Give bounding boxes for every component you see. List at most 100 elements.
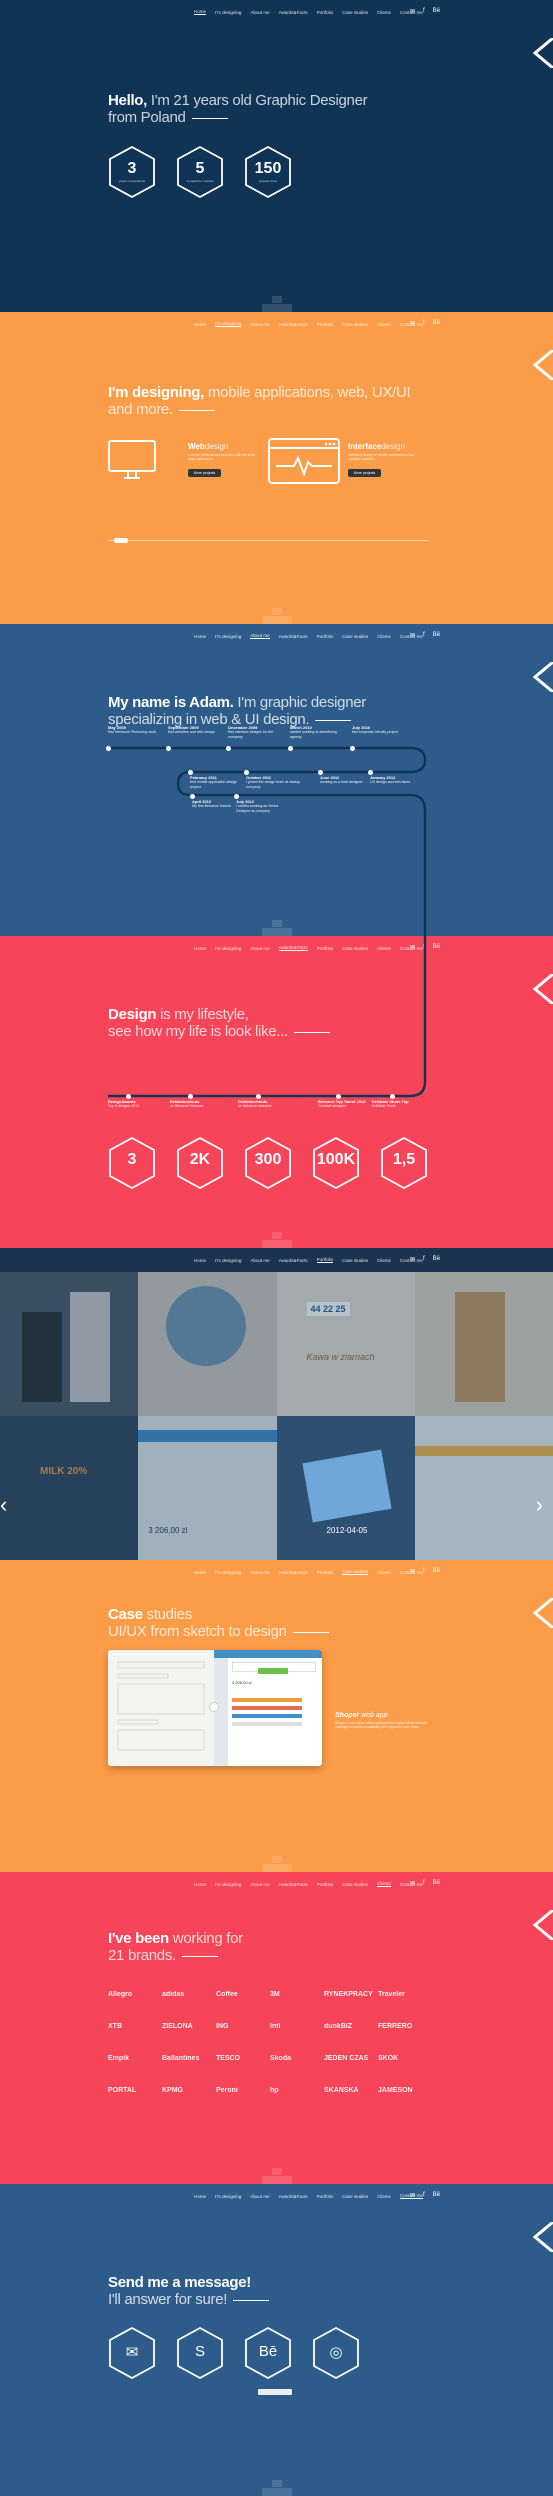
- envelope-icon[interactable]: ✉: [108, 2326, 156, 2380]
- dribbble-icon[interactable]: ◎: [312, 2326, 360, 2380]
- facebook-icon[interactable]: f: [423, 8, 425, 15]
- portfolio-tile[interactable]: 3 206,00 zl: [138, 1416, 277, 1560]
- nav-item[interactable]: I'm designing: [215, 10, 241, 15]
- scroll-tab[interactable]: [262, 920, 292, 936]
- nav-item[interactable]: About me: [250, 1258, 269, 1263]
- timeline-dot: [187, 769, 193, 775]
- nav-item[interactable]: Home: [194, 1258, 206, 1263]
- nav-item[interactable]: Case studies: [342, 1569, 369, 1575]
- nav-item[interactable]: Home: [194, 9, 207, 15]
- portfolio-tile[interactable]: [0, 1272, 139, 1416]
- nav-item[interactable]: Awards&Facts: [279, 1258, 308, 1263]
- client-logo: adidas: [162, 1990, 185, 1998]
- next-arrow-icon[interactable]: ›: [513, 1492, 543, 1532]
- award-dot: [188, 1093, 193, 1099]
- case-studies-section: Home I'm designing About me Awards&Facts Por…: [0, 1560, 553, 1872]
- facebook-icon[interactable]: f: [423, 1568, 425, 1575]
- nav-item[interactable]: About me: [250, 1882, 269, 1887]
- nav-item[interactable]: Awards&Facts: [279, 322, 308, 327]
- mail-icon[interactable]: ✉: [410, 1880, 415, 1887]
- behance-icon[interactable]: Bē: [433, 320, 440, 327]
- nav-item[interactable]: Clients: [377, 322, 391, 327]
- nav-item[interactable]: I'm designing: [215, 2194, 241, 2199]
- nav-item[interactable]: About me: [250, 10, 269, 15]
- nav-item[interactable]: Portfolio: [317, 322, 334, 327]
- skype-icon[interactable]: S: [176, 2326, 224, 2380]
- nav-item[interactable]: About me: [250, 2194, 269, 2199]
- facebook-icon[interactable]: f: [423, 2192, 425, 2199]
- portfolio-tile[interactable]: 44 22 25 Kawa w ziarnach: [276, 1272, 415, 1416]
- nav-item[interactable]: Clients: [377, 2194, 391, 2199]
- nav-item[interactable]: I'm designing: [215, 321, 242, 327]
- nav-item[interactable]: Awards&Facts: [279, 10, 308, 15]
- portfolio-tile[interactable]: [138, 1272, 277, 1416]
- progress-handle[interactable]: [114, 538, 129, 543]
- nav-item[interactable]: Clients: [377, 1570, 391, 1575]
- timeline-dot: [287, 745, 293, 751]
- nav-item[interactable]: Home: [194, 322, 206, 327]
- lifestyle-title: Design is my lifestyle, see how my life …: [108, 1006, 330, 1040]
- nav-item[interactable]: Home: [194, 1882, 206, 1887]
- nav-item[interactable]: I'm designing: [215, 1258, 241, 1263]
- nav-item[interactable]: Case studies: [342, 1258, 368, 1263]
- scroll-tab[interactable]: [262, 2168, 292, 2184]
- behance-icon[interactable]: Bē: [433, 1256, 440, 1263]
- nav-item[interactable]: Case studies: [342, 322, 368, 327]
- facebook-icon[interactable]: f: [423, 1256, 425, 1263]
- chevron-deco-icon: [532, 350, 553, 380]
- portfolio-tile[interactable]: [414, 1272, 553, 1416]
- nav-item[interactable]: Home: [194, 2194, 206, 2199]
- nav-item[interactable]: Home: [194, 1570, 206, 1575]
- mail-icon[interactable]: ✉: [410, 320, 415, 327]
- nav-item[interactable]: Clients: [377, 10, 391, 15]
- timeline-dot: [317, 769, 323, 775]
- mail-icon[interactable]: ✉: [410, 8, 415, 15]
- scroll-tab[interactable]: [262, 1232, 292, 1248]
- nav-item[interactable]: Clients: [377, 1258, 391, 1263]
- interface-more-button[interactable]: More projects: [348, 469, 382, 477]
- behance-icon[interactable]: Bē: [433, 1880, 440, 1887]
- behance-icon[interactable]: Bē: [244, 2326, 292, 2380]
- facebook-icon[interactable]: f: [423, 320, 425, 327]
- web-more-button[interactable]: More projects: [188, 469, 222, 477]
- portfolio-tile[interactable]: MILK 20%: [0, 1416, 139, 1560]
- behance-icon[interactable]: Bē: [433, 1568, 440, 1575]
- client-logo: 3M: [270, 1990, 280, 1998]
- case-mockup[interactable]: 3 206,00 zl: [108, 1650, 322, 1766]
- nav-item[interactable]: Portfolio: [317, 10, 334, 15]
- nav-item[interactable]: About me: [250, 1570, 269, 1575]
- scroll-tab[interactable]: [262, 1856, 292, 1872]
- scroll-tab[interactable]: [262, 608, 292, 624]
- nav-item[interactable]: Clients: [377, 1881, 391, 1887]
- nav-item[interactable]: About me: [250, 322, 269, 327]
- case-title: Case studies UI/UX from sketch to design: [108, 1606, 329, 1640]
- client-logo: SKOK: [378, 2054, 399, 2062]
- mail-icon[interactable]: ✉: [410, 1256, 415, 1263]
- about-section: Home I'm designing About me Awards&Facts Por…: [0, 624, 553, 936]
- mail-icon[interactable]: ✉: [410, 1568, 415, 1575]
- nav-item[interactable]: Portfolio: [317, 2194, 334, 2199]
- nav-item[interactable]: Portfolio: [317, 1882, 334, 1887]
- facebook-icon[interactable]: f: [423, 1880, 425, 1887]
- clients-section: Home I'm designing About me Awards&Facts Por…: [0, 1872, 553, 2184]
- award-entry: Dribbbledebuts on Behance Network: [170, 1099, 204, 1109]
- nav-item[interactable]: Case studies: [342, 10, 368, 15]
- prev-arrow-icon[interactable]: ‹: [0, 1492, 30, 1532]
- nav-item[interactable]: Awards&Facts: [279, 1570, 308, 1575]
- nav-item[interactable]: I'm designing: [215, 1570, 241, 1575]
- scroll-tab[interactable]: [262, 296, 292, 312]
- behance-icon[interactable]: Bē: [433, 8, 440, 15]
- nav-item[interactable]: Case studies: [342, 1882, 368, 1887]
- nav-item[interactable]: Awards&Facts: [279, 1882, 308, 1887]
- nav-item[interactable]: Awards&Facts: [279, 2194, 308, 2199]
- portfolio-tile[interactable]: [414, 1416, 553, 1560]
- nav-item[interactable]: Case studies: [342, 2194, 368, 2199]
- nav-item[interactable]: I'm designing: [215, 1882, 241, 1887]
- mail-icon[interactable]: ✉: [410, 2192, 415, 2199]
- client-logo: Allegro: [108, 1990, 133, 1998]
- nav-item[interactable]: Portfolio: [316, 1257, 334, 1263]
- behance-icon[interactable]: Bē: [433, 2192, 440, 2199]
- client-logo: dunkBIZ: [324, 2022, 352, 2030]
- portfolio-tile[interactable]: 2012-04-05: [276, 1416, 415, 1560]
- nav-item[interactable]: Portfolio: [317, 1570, 334, 1575]
